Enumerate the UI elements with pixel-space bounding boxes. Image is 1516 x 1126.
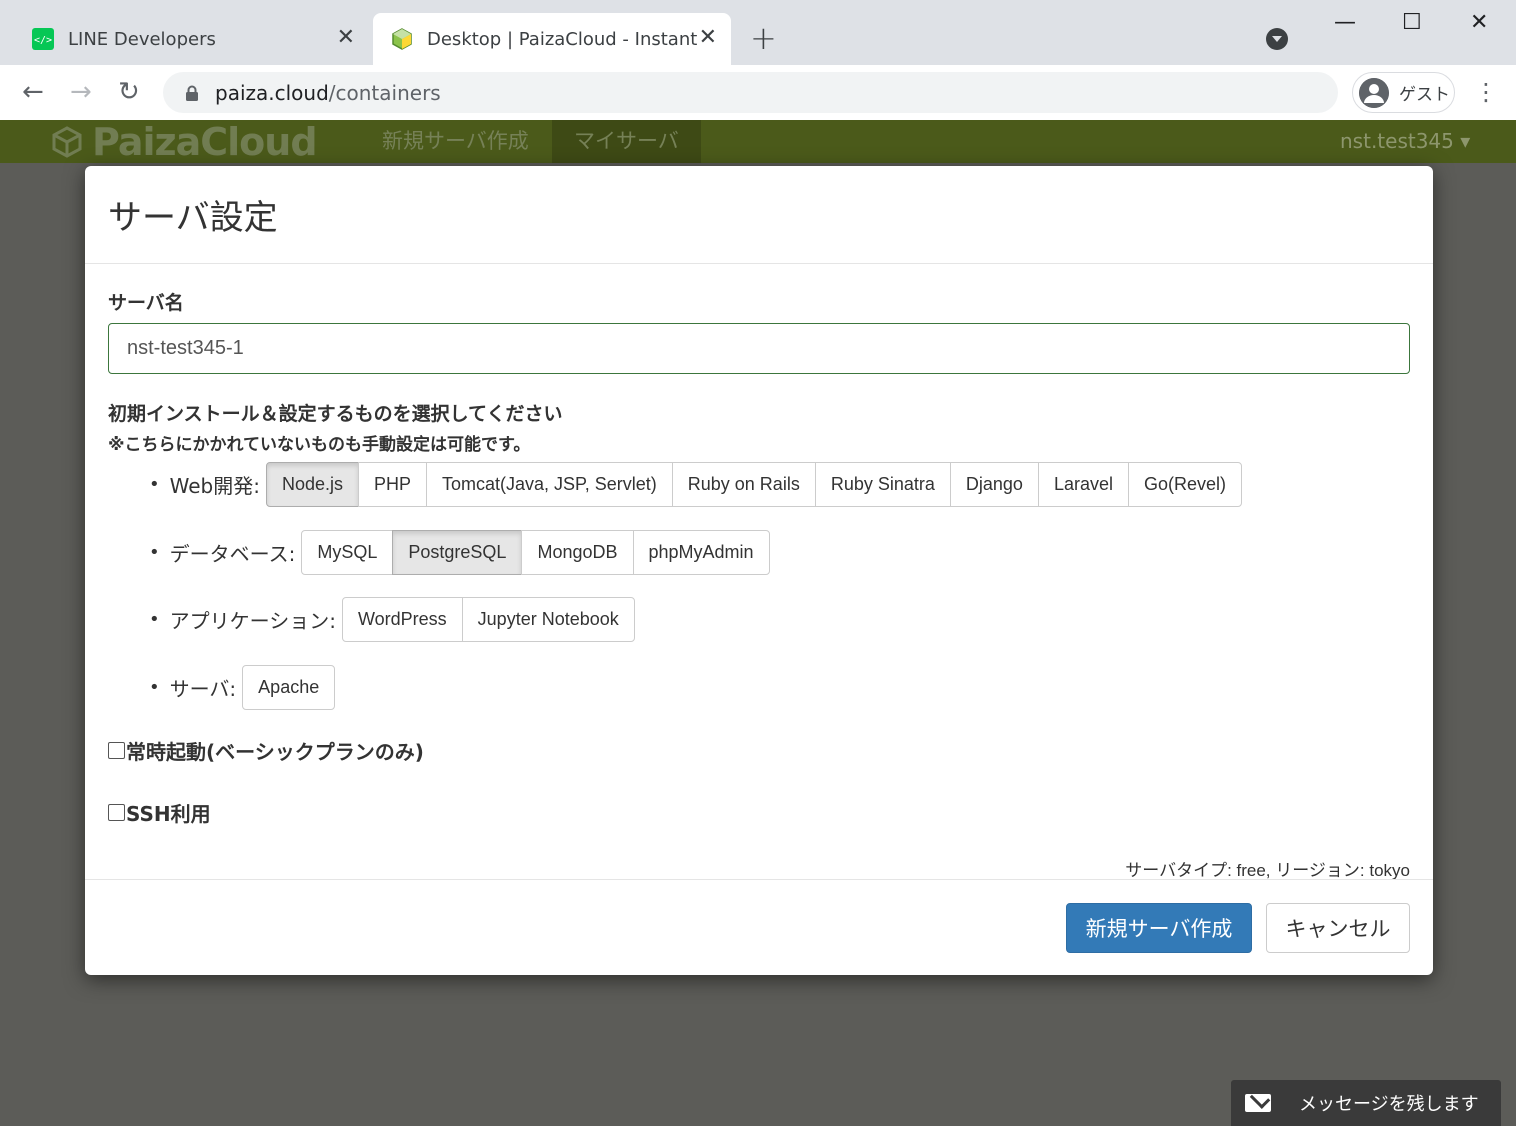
- option-group: Node.js PHP Tomcat(Java, JSP, Servlet) R…: [265, 461, 1243, 507]
- envelope-icon: [1245, 1094, 1271, 1112]
- server-info-text: サーバタイプ: free, リージョン: tokyo: [1125, 861, 1410, 880]
- checkbox-box[interactable]: [108, 742, 125, 759]
- maximize-button[interactable]: ☐: [1402, 10, 1422, 35]
- address-bar[interactable]: paiza.cloud/containers: [163, 72, 1338, 113]
- avatar-icon: [1359, 77, 1389, 108]
- option-apache[interactable]: Apache: [242, 664, 336, 710]
- url-text: paiza.cloud/containers: [215, 80, 441, 105]
- always-on-checkbox[interactable]: 常時起動(ベーシックプランのみ): [108, 736, 424, 765]
- nav-new-server[interactable]: 新規サーバ作成: [382, 120, 529, 163]
- tab-title: Desktop | PaizaCloud - Instant Linux: [427, 28, 697, 50]
- tab-paizacloud[interactable]: Desktop | PaizaCloud - Instant Linux ✕: [373, 13, 731, 65]
- server-name-label: サーバ名: [108, 292, 184, 314]
- server-settings-modal: サーバ設定 サーバ名 初期インストール＆設定するものを選択してください ※こちら…: [85, 166, 1433, 975]
- server-name-input[interactable]: [108, 323, 1410, 374]
- category-label: アプリケーション:: [169, 608, 336, 633]
- browser-menu-icon[interactable]: ⋮: [1474, 75, 1498, 109]
- new-tab-button[interactable]: +: [750, 22, 777, 54]
- category-label: サーバ:: [169, 676, 237, 701]
- browser-toolbar: ← → ↻ paiza.cloud/containers ゲスト ⋮: [0, 65, 1516, 120]
- create-server-button[interactable]: 新規サーバ作成: [1066, 903, 1252, 953]
- paizacloud-logo[interactable]: PaizaCloud: [52, 119, 318, 164]
- profile-button[interactable]: ゲスト: [1352, 72, 1455, 113]
- option-ruby-sinatra[interactable]: Ruby Sinatra: [814, 461, 951, 507]
- browser-tab-bar: </> LINE Developers ✕ Desktop | PaizaClo…: [0, 0, 1516, 65]
- option-group: Apache: [242, 664, 336, 710]
- install-note: ※こちらにかかれていないものも手動設定は可能です。: [108, 435, 531, 455]
- option-phpmyadmin[interactable]: phpMyAdmin: [632, 529, 770, 575]
- cancel-button[interactable]: キャンセル: [1266, 903, 1410, 953]
- bullet: •: [149, 676, 160, 698]
- category-row-database: • データベース: MySQL PostgreSQL MongoDB phpMy…: [149, 529, 770, 575]
- reload-button[interactable]: ↻: [118, 77, 140, 107]
- line-developers-favicon-icon: </>: [32, 28, 54, 50]
- message-widget-label: メッセージを残します: [1299, 1094, 1479, 1115]
- option-ruby-on-rails[interactable]: Ruby on Rails: [671, 461, 816, 507]
- forward-button[interactable]: →: [70, 77, 92, 107]
- nav-my-servers[interactable]: マイサーバ: [552, 120, 701, 163]
- cube-logo-icon: [52, 125, 82, 158]
- message-widget[interactable]: メッセージを残します: [1231, 1080, 1501, 1126]
- user-menu[interactable]: nst.test345 ▾: [1340, 120, 1470, 163]
- lock-icon: [186, 85, 198, 101]
- bullet: •: [149, 541, 160, 563]
- category-label: データベース:: [169, 541, 296, 566]
- paizacloud-favicon-icon: [392, 28, 412, 50]
- bullet: •: [149, 608, 160, 630]
- logo-text: PaizaCloud: [92, 119, 318, 164]
- option-nodejs[interactable]: Node.js: [265, 461, 359, 507]
- tab-line-developers[interactable]: </> LINE Developers ✕: [14, 13, 369, 65]
- option-django[interactable]: Django: [949, 461, 1039, 507]
- option-wordpress[interactable]: WordPress: [341, 596, 463, 642]
- modal-title: サーバ設定: [108, 198, 278, 238]
- checkbox-box[interactable]: [108, 804, 125, 821]
- close-window-button[interactable]: ✕: [1470, 10, 1488, 35]
- tab-search-icon[interactable]: [1266, 28, 1288, 50]
- back-button[interactable]: ←: [22, 77, 44, 107]
- option-mysql[interactable]: MySQL: [301, 529, 394, 575]
- close-tab-icon[interactable]: ✕: [699, 27, 717, 49]
- category-row-web: • Web開発: Node.js PHP Tomcat(Java, JSP, S…: [149, 461, 1243, 507]
- site-navbar: PaizaCloud 新規サーバ作成 マイサーバ nst.test345 ▾: [0, 119, 1516, 164]
- close-tab-icon[interactable]: ✕: [337, 27, 355, 49]
- option-group: WordPress Jupyter Notebook: [341, 596, 635, 642]
- option-go-revel[interactable]: Go(Revel): [1127, 461, 1243, 507]
- category-row-server: • サーバ: Apache: [149, 664, 336, 710]
- option-tomcat[interactable]: Tomcat(Java, JSP, Servlet): [426, 461, 673, 507]
- ssh-label: SSH利用: [126, 802, 211, 826]
- option-postgresql[interactable]: PostgreSQL: [392, 529, 523, 575]
- option-php[interactable]: PHP: [358, 461, 428, 507]
- option-group: MySQL PostgreSQL MongoDB phpMyAdmin: [301, 529, 770, 575]
- option-jupyter-notebook[interactable]: Jupyter Notebook: [461, 596, 635, 642]
- divider: [85, 879, 1433, 880]
- option-mongodb[interactable]: MongoDB: [521, 529, 634, 575]
- category-row-application: • アプリケーション: WordPress Jupyter Notebook: [149, 596, 635, 642]
- category-label: Web開発:: [169, 473, 260, 498]
- divider: [85, 263, 1433, 264]
- option-laravel[interactable]: Laravel: [1037, 461, 1129, 507]
- svg-text:</>: </>: [34, 35, 52, 46]
- ssh-checkbox[interactable]: SSH利用: [108, 798, 211, 827]
- bullet: •: [149, 473, 160, 495]
- always-on-label: 常時起動(ベーシックプランのみ): [126, 740, 424, 764]
- minimize-button[interactable]: —: [1334, 10, 1356, 35]
- tab-title: LINE Developers: [68, 28, 216, 50]
- install-heading: 初期インストール＆設定するものを選択してください: [108, 403, 563, 425]
- profile-label: ゲスト: [1399, 85, 1450, 105]
